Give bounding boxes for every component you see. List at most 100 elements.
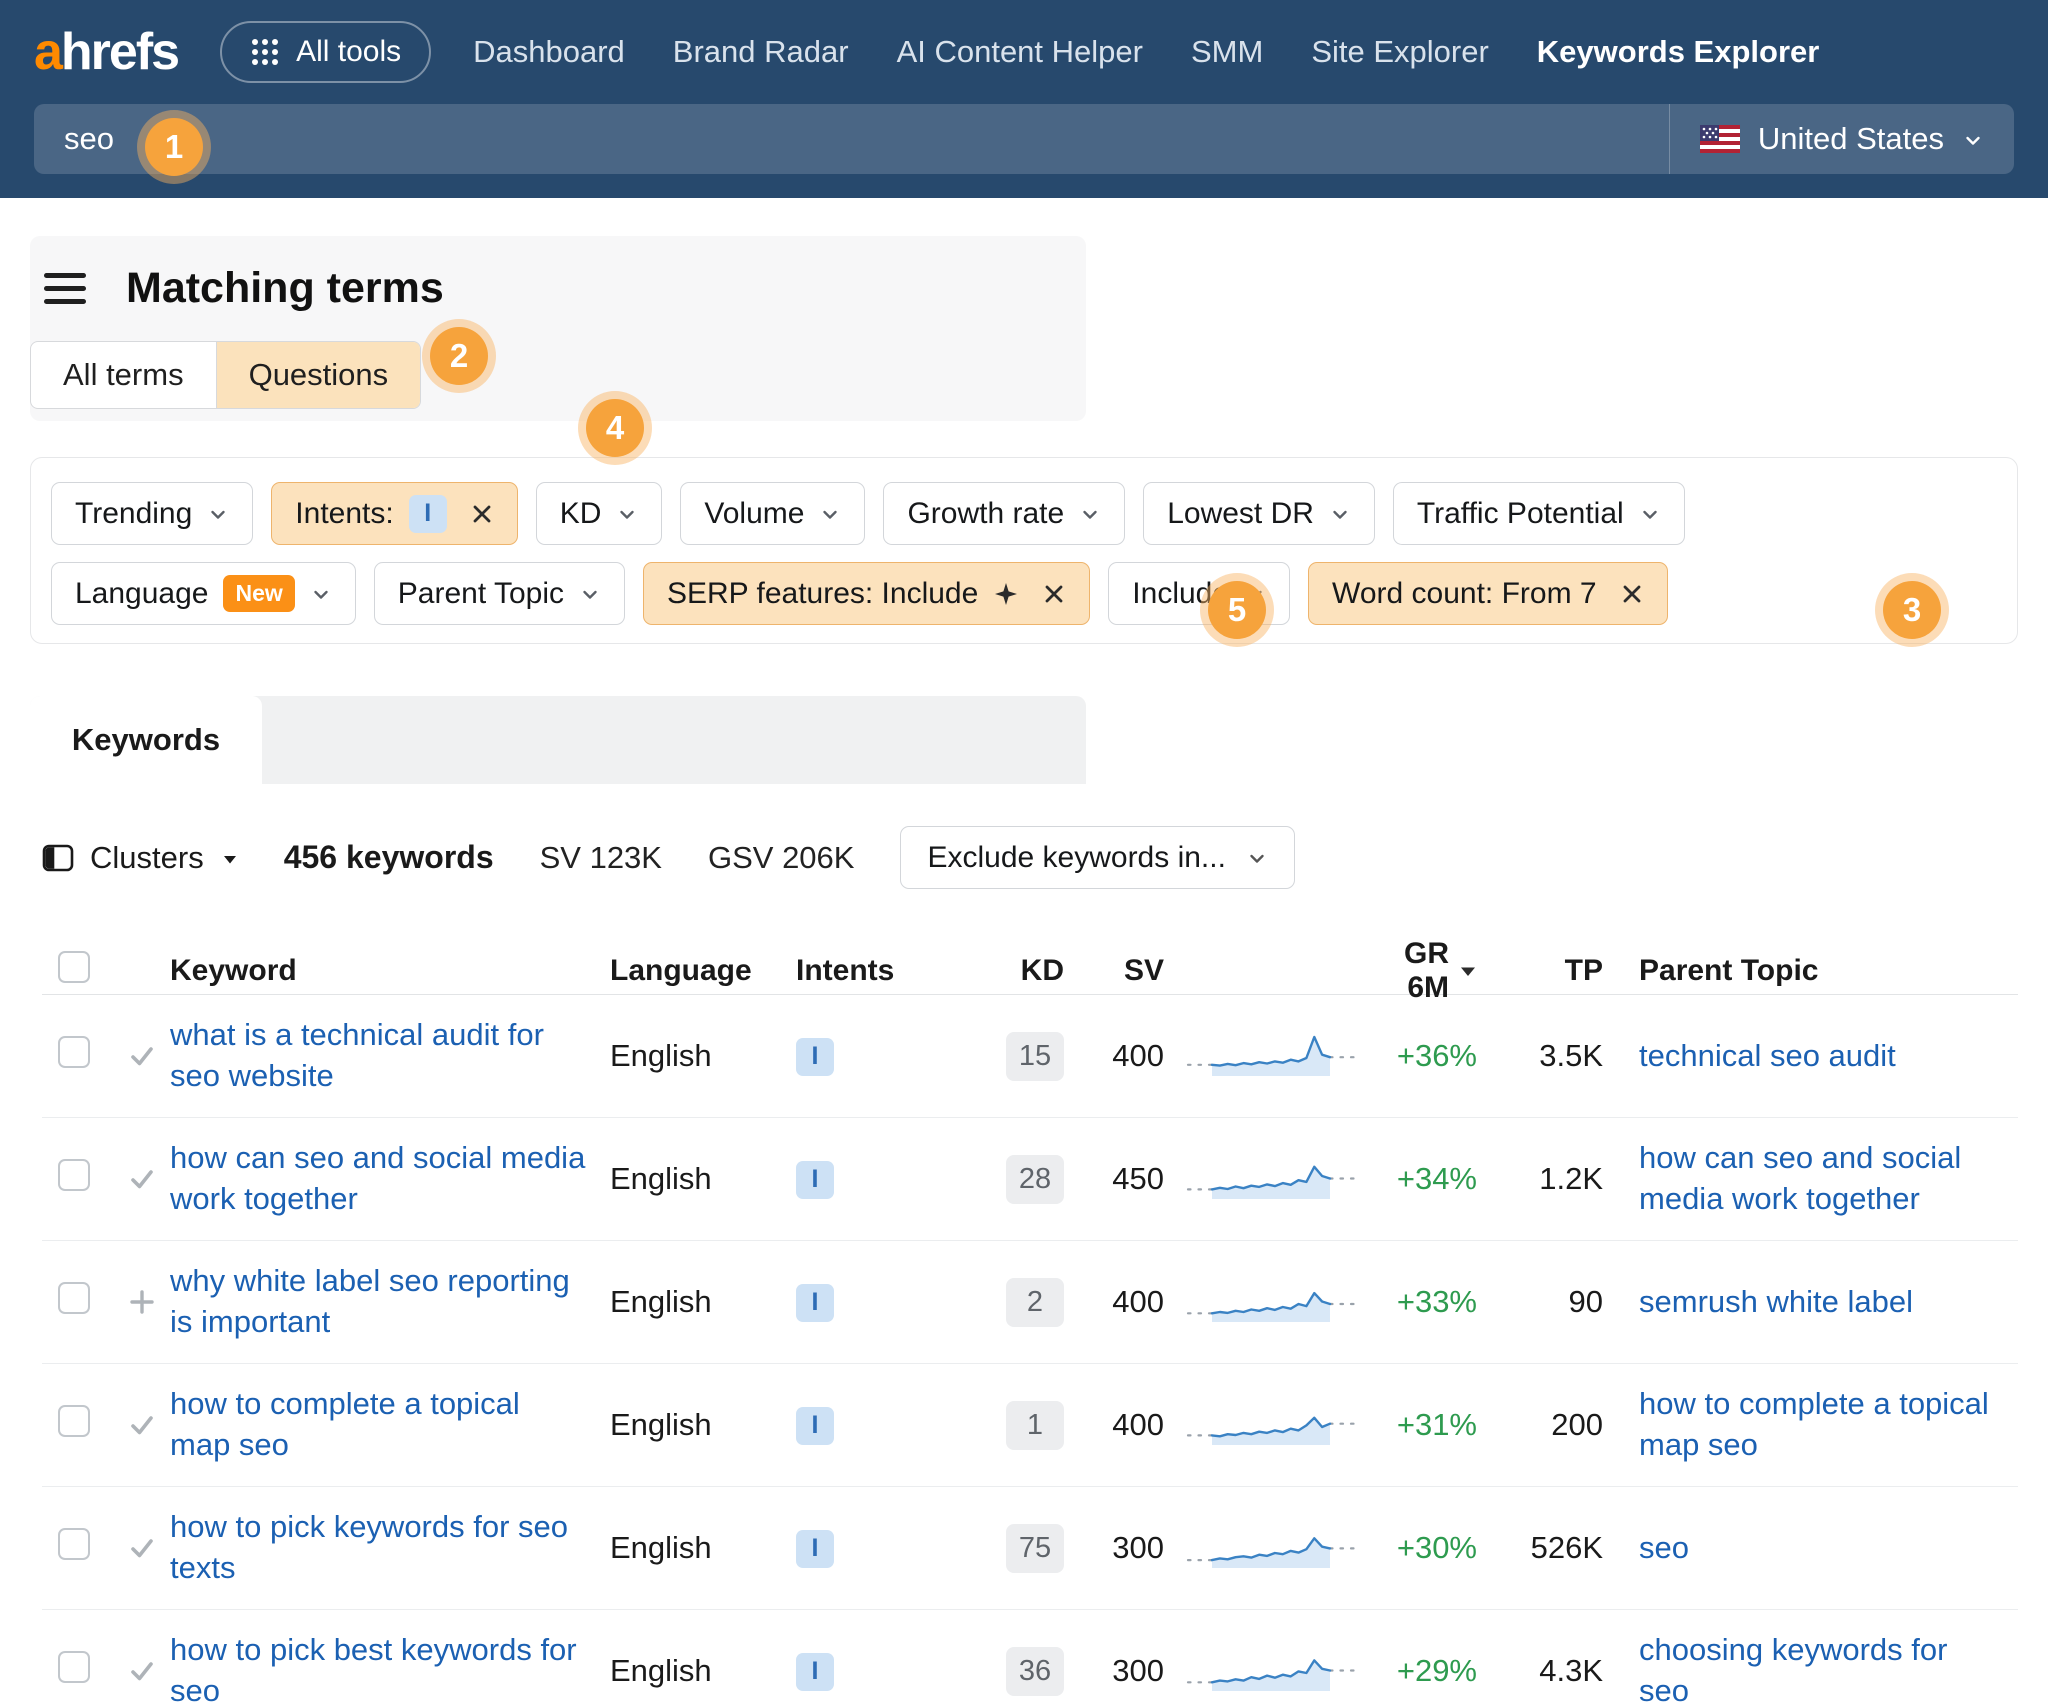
results-toolbar: Clusters 456 keywords SV 123K GSV 206K E… (30, 826, 2018, 889)
nav-item-keywords-explorer[interactable]: Keywords Explorer (1537, 34, 1820, 70)
col-kd[interactable]: KD (1021, 954, 1064, 988)
sv-total: SV 123K (540, 840, 662, 876)
keyword-link[interactable]: how to pick keywords for seo texts (170, 1509, 568, 1585)
language-cell: English (610, 1284, 796, 1320)
nav-item-site-explorer[interactable]: Site Explorer (1311, 34, 1488, 70)
tab-questions[interactable]: Questions (216, 342, 421, 408)
filter-label: Growth rate (907, 497, 1064, 531)
annotation-badge-1: 1 (145, 118, 203, 176)
caret-down-icon (222, 854, 238, 865)
filter-growth-rate[interactable]: Growth rate (883, 482, 1125, 545)
filter-trending[interactable]: Trending (51, 482, 253, 545)
tp-value: 4.3K (1539, 1653, 1603, 1689)
row-checkbox[interactable] (58, 1282, 90, 1314)
us-flag-icon (1700, 125, 1740, 153)
filter-label: Language (75, 577, 208, 611)
menu-icon[interactable] (44, 273, 86, 304)
keyword-link[interactable]: how to complete a topical map seo (170, 1386, 520, 1462)
row-checkbox[interactable] (58, 1651, 90, 1683)
check-icon[interactable] (114, 1163, 170, 1195)
intent-badge: I (796, 1284, 834, 1322)
filter-parent-topic[interactable]: Parent Topic (374, 562, 625, 625)
col-intents[interactable]: Intents (796, 954, 954, 988)
check-icon[interactable] (114, 1040, 170, 1072)
tp-value: 1.2K (1539, 1161, 1603, 1197)
tab-all-terms[interactable]: All terms (31, 342, 216, 408)
row-checkbox[interactable] (58, 1405, 90, 1437)
clusters-label: Clusters (90, 840, 204, 876)
ahrefs-logo[interactable]: a hrefs (34, 22, 178, 82)
remove-filter-intents-icon[interactable] (470, 502, 494, 526)
add-to-list-icon[interactable] (114, 1286, 170, 1318)
keyword-search-bar[interactable]: seo United States (34, 104, 2014, 174)
keyword-link[interactable]: what is a technical audit for seo websit… (170, 1017, 544, 1093)
filter-word-count-from-7[interactable]: Word count: From 7 (1308, 562, 1668, 625)
parent-topic-link[interactable]: how can seo and social media work togeth… (1639, 1140, 1961, 1216)
nav-item-ai-content-helper[interactable]: AI Content Helper (897, 34, 1143, 70)
row-checkbox[interactable] (58, 1528, 90, 1560)
intent-badge: I (796, 1161, 834, 1199)
sv-value: 300 (1112, 1653, 1164, 1689)
nav-item-dashboard[interactable]: Dashboard (473, 34, 625, 70)
filter-serp-features-include[interactable]: SERP features: Include (643, 562, 1090, 625)
filter-label: Traffic Potential (1417, 497, 1624, 531)
filter-label: KD (560, 497, 602, 531)
col-parent-topic[interactable]: Parent Topic (1603, 954, 2018, 988)
filter-row-1: Trending Intents:I KD Volume Growth rate Lowe… (51, 482, 1997, 545)
col-tp[interactable]: TP (1565, 954, 1603, 988)
chevron-down-icon (1962, 130, 1984, 152)
terms-tabs: All termsQuestions (30, 341, 421, 409)
keyword-link[interactable]: how can seo and social media work togeth… (170, 1140, 585, 1216)
col-keyword[interactable]: Keyword (170, 954, 610, 988)
parent-topic-link[interactable]: semrush white label (1639, 1284, 1913, 1319)
search-query[interactable]: seo (34, 121, 1669, 157)
filter-kd[interactable]: KD (536, 482, 663, 545)
tab-keywords[interactable]: Keywords (30, 696, 262, 784)
filter-row-2: LanguageNew Parent Topic SERP features: In… (51, 562, 1997, 625)
filter-volume[interactable]: Volume (680, 482, 865, 545)
check-icon[interactable] (114, 1655, 170, 1687)
row-checkbox[interactable] (58, 1036, 90, 1068)
remove-filter-word-count-from-7-icon[interactable] (1620, 582, 1644, 606)
intent-badge: I (796, 1407, 834, 1445)
table-header-row: Keyword Language Intents KD SV GR 6M TP … (42, 937, 2018, 995)
nav-item-brand-radar[interactable]: Brand Radar (673, 34, 849, 70)
parent-topic-link[interactable]: how to complete a topical map seo (1639, 1386, 1989, 1462)
table-row: how to pick best keywords for seo Englis… (42, 1610, 2018, 1708)
check-icon[interactable] (114, 1532, 170, 1564)
chevron-down-icon (1329, 504, 1351, 526)
filter-label: Volume (704, 497, 804, 531)
col-gr-6m[interactable]: GR 6M (1369, 937, 1477, 1005)
keyword-link[interactable]: why white label seo reporting is importa… (170, 1263, 570, 1339)
tp-value: 200 (1551, 1407, 1603, 1443)
growth-value: +30% (1397, 1530, 1477, 1566)
nav-item-smm[interactable]: SMM (1191, 34, 1263, 70)
col-sv[interactable]: SV (1124, 954, 1164, 988)
clusters-dropdown[interactable]: Clusters (42, 840, 238, 876)
table-row: why white label seo reporting is importa… (42, 1241, 2018, 1364)
sort-desc-icon (1459, 965, 1477, 978)
keyword-link[interactable]: how to pick best keywords for seo (170, 1632, 577, 1708)
main-content: Matching terms All termsQuestions Trendi… (0, 236, 2048, 1708)
filter-intents[interactable]: Intents:I (271, 482, 517, 545)
page-title: Matching terms (126, 264, 444, 313)
filter-language[interactable]: LanguageNew (51, 562, 356, 625)
check-icon[interactable] (114, 1409, 170, 1441)
growth-value: +29% (1397, 1653, 1477, 1689)
all-tools-button[interactable]: All tools (220, 21, 431, 83)
parent-topic-link[interactable]: technical seo audit (1639, 1038, 1896, 1073)
filter-traffic-potential[interactable]: Traffic Potential (1393, 482, 1685, 545)
col-language[interactable]: Language (610, 954, 796, 988)
remove-filter-serp-features-include-icon[interactable] (1042, 582, 1066, 606)
growth-value: +31% (1397, 1407, 1477, 1443)
row-checkbox[interactable] (58, 1159, 90, 1191)
tp-value: 90 (1569, 1284, 1603, 1320)
parent-topic-link[interactable]: seo (1639, 1530, 1689, 1565)
exclude-keywords-button[interactable]: Exclude keywords in... (900, 826, 1294, 889)
annotation-badge-2: 2 (430, 327, 488, 385)
parent-topic-link[interactable]: choosing keywords for seo (1639, 1632, 1947, 1708)
country-selector[interactable]: United States (1669, 104, 2014, 174)
sparkle-icon (993, 581, 1019, 607)
filter-lowest-dr[interactable]: Lowest DR (1143, 482, 1375, 545)
select-all-checkbox[interactable] (58, 951, 90, 983)
